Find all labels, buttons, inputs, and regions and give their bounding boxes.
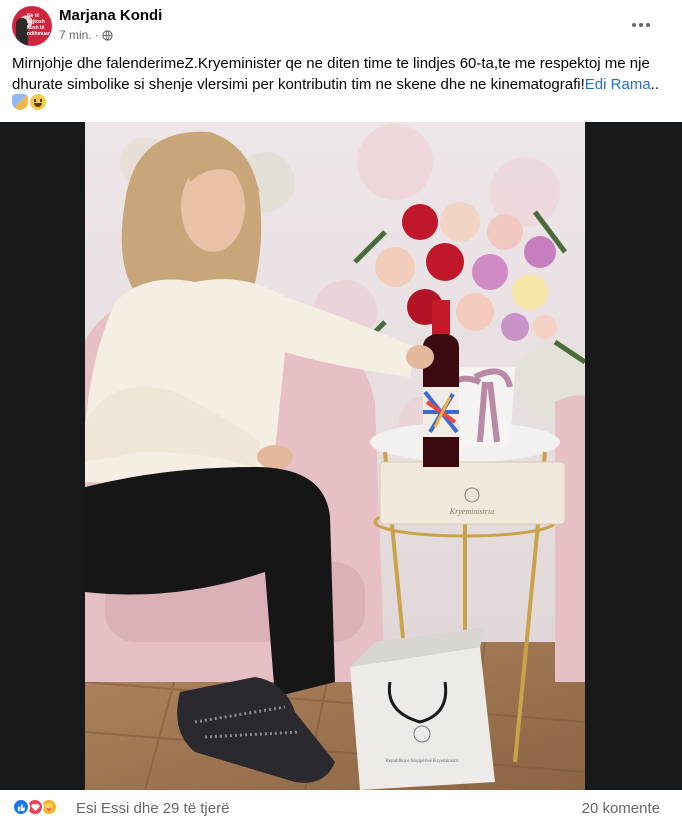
- comments-count[interactable]: 20 komente: [582, 800, 660, 817]
- tagged-person-link[interactable]: Edi Rama: [585, 76, 651, 93]
- facebook-post: Ne të kujtosh kush të ndihmuar Marjana K…: [0, 0, 682, 822]
- like-icon: [12, 798, 30, 816]
- post-photo[interactable]: Kryeministria Republika e Shqipërisë Kry…: [85, 122, 585, 790]
- photo-illustration: Kryeministria Republika e Shqipërisë Kry…: [85, 122, 585, 790]
- author-avatar[interactable]: Ne të kujtosh kush të ndihmuar: [12, 6, 52, 46]
- post-meta: 7 min. ·: [59, 28, 113, 42]
- post-footer: Esi Essi dhe 29 të tjerë 20 komente: [0, 790, 682, 822]
- post-time[interactable]: 7 min.: [59, 28, 92, 42]
- caption-emojis: [12, 94, 46, 110]
- masks-emoji-icon: [12, 94, 28, 110]
- wine-box-label: Kryeministria: [449, 507, 494, 516]
- meta-separator: ·: [94, 28, 99, 42]
- reactors-summary[interactable]: Esi Essi dhe 29 të tjerë: [76, 800, 229, 817]
- smiley-emoji-icon: [30, 94, 46, 110]
- more-options-button[interactable]: [626, 10, 656, 40]
- dot-icon: [632, 23, 636, 27]
- caption-text: Mirnjohje dhe falenderimeZ.Kryeminister …: [12, 55, 650, 93]
- dot-icon: [639, 23, 643, 27]
- globe-icon: [102, 29, 113, 41]
- avatar-text: Ne të kujtosh kush të ndihmuar: [27, 13, 50, 37]
- dot-icon: [646, 23, 650, 27]
- author-name[interactable]: Marjana Kondi: [59, 7, 162, 24]
- caption-suffix: ..: [650, 76, 659, 93]
- post-header: Ne të kujtosh kush të ndihmuar Marjana K…: [0, 0, 682, 48]
- pink-chair-right: [555, 395, 585, 682]
- gift-bag: Republika e Shqipërisë Kryeministri: [350, 627, 495, 790]
- post-caption: Mirnjohje dhe falenderimeZ.Kryeminister …: [12, 53, 672, 95]
- gift-bag-label: Republika e Shqipërisë Kryeministri: [385, 759, 459, 764]
- reaction-icons[interactable]: [12, 798, 58, 816]
- photo-frame[interactable]: Kryeministria Republika e Shqipërisë Kry…: [0, 122, 682, 790]
